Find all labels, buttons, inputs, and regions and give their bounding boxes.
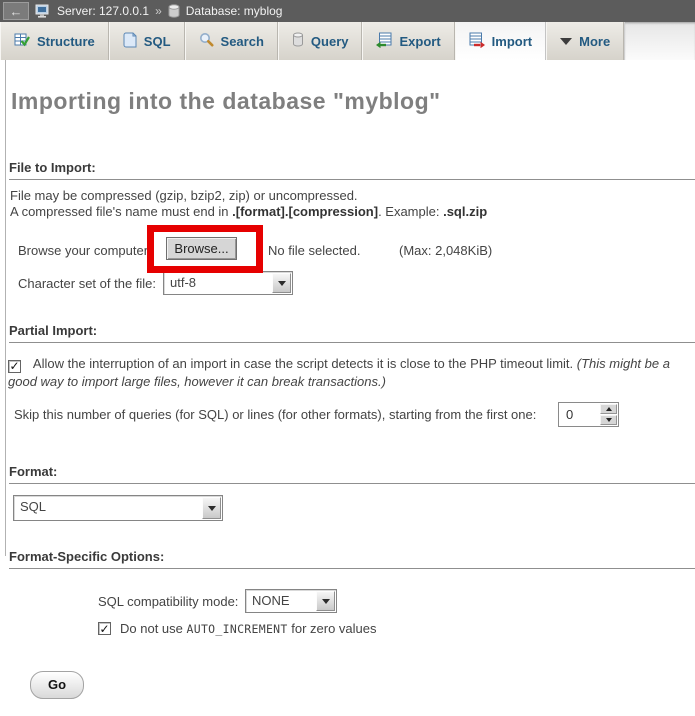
go-button[interactable]: Go	[30, 671, 84, 699]
spinner-up-button[interactable]	[600, 404, 617, 414]
skip-queries-input[interactable]: 0	[558, 402, 619, 427]
section-heading-format-specific: Format-Specific Options:	[9, 549, 695, 569]
sql-compatibility-value: NONE	[246, 590, 315, 612]
spinner-down-icon	[606, 418, 612, 422]
phpmyadmin-import-page: ← Server: 127.0.0.1 » Database: myblog	[0, 0, 695, 716]
tab-structure[interactable]: Structure	[0, 22, 109, 60]
browse-computer-label: Browse your computer:	[18, 243, 152, 258]
checkmark-icon: ✓	[9, 361, 19, 371]
browse-button[interactable]: Browse...	[166, 237, 237, 260]
auto-increment-checkbox[interactable]: ✓	[98, 622, 111, 635]
spinner-down-button[interactable]	[600, 415, 617, 425]
sql-page-icon	[123, 32, 137, 51]
tab-bar: Structure SQL Search	[0, 22, 695, 60]
dropdown-arrow-icon[interactable]	[316, 591, 335, 611]
charset-select[interactable]: utf-8	[163, 271, 293, 295]
charset-select-value: utf-8	[164, 272, 271, 294]
compression-note-line2: A compressed file's name must end in .[f…	[10, 204, 487, 220]
query-cylinder-icon	[292, 32, 304, 50]
page-title: Importing into the database "myblog"	[11, 88, 441, 115]
checkmark-icon: ✓	[99, 624, 109, 634]
skip-queries-row: Skip this number of queries (for SQL) or…	[14, 402, 536, 427]
tab-search[interactable]: Search	[185, 22, 278, 60]
back-arrow-icon: ←	[10, 4, 23, 19]
breadcrumb-bar: ← Server: 127.0.0.1 » Database: myblog	[0, 0, 695, 22]
tab-sql[interactable]: SQL	[109, 22, 185, 60]
tab-import-label: Import	[492, 34, 532, 49]
allow-interruption-checkbox[interactable]: ✓	[8, 360, 21, 373]
dropdown-arrow-icon[interactable]	[202, 497, 221, 519]
compression-note-line1: File may be compressed (gzip, bzip2, zip…	[10, 188, 487, 204]
tab-import[interactable]: Import	[455, 22, 546, 60]
sql-compatibility-label: SQL compatibility mode:	[98, 594, 238, 609]
export-table-icon	[376, 32, 392, 51]
section-heading-partial-import: Partial Import:	[9, 323, 695, 343]
section-heading-format: Format:	[9, 464, 695, 484]
tab-export[interactable]: Export	[362, 22, 454, 60]
tab-search-label: Search	[221, 34, 264, 49]
auto-increment-text: Do not use AUTO_INCREMENT for zero value…	[120, 621, 377, 636]
section-heading-file-to-import: File to Import:	[9, 160, 695, 180]
breadcrumb-separator: »	[155, 4, 162, 18]
tab-export-label: Export	[399, 34, 440, 49]
search-icon	[199, 32, 214, 50]
auto-increment-row: ✓ Do not use AUTO_INCREMENT for zero val…	[98, 621, 377, 636]
structure-table-icon	[14, 32, 30, 51]
breadcrumb-database-link[interactable]: Database: myblog	[186, 4, 283, 18]
breadcrumb-server-link[interactable]: Server: 127.0.0.1	[57, 4, 149, 18]
sql-compatibility-row: SQL compatibility mode:	[98, 589, 238, 613]
chevron-down-icon	[560, 38, 572, 45]
dropdown-arrow-icon[interactable]	[272, 273, 291, 293]
allow-interruption-text: Allow the interruption of an import in c…	[33, 356, 577, 371]
server-icon	[35, 4, 51, 18]
tab-query-label: Query	[311, 34, 349, 49]
max-size-text: (Max: 2,048KiB)	[399, 243, 492, 258]
skip-queries-value: 0	[559, 403, 599, 426]
database-icon	[168, 4, 180, 18]
skip-queries-label: Skip this number of queries (for SQL) or…	[14, 407, 536, 422]
tab-query[interactable]: Query	[278, 22, 363, 60]
content-left-border	[5, 60, 6, 556]
format-select-value: SQL	[14, 496, 201, 520]
format-select[interactable]: SQL	[13, 495, 223, 521]
tab-structure-label: Structure	[37, 34, 95, 49]
back-arrow-button[interactable]: ←	[3, 2, 29, 20]
no-file-selected-text: No file selected.	[268, 243, 361, 258]
spinner-up-icon	[606, 407, 612, 411]
allow-interruption-row: ✓ Allow the interruption of an import in…	[8, 355, 686, 390]
tab-more-label: More	[579, 34, 610, 49]
tab-sql-label: SQL	[144, 34, 171, 49]
tab-bar-filler	[624, 22, 695, 60]
charset-label: Character set of the file:	[18, 276, 156, 291]
main-content: Importing into the database "myblog" Fil…	[0, 60, 695, 716]
sql-compatibility-select[interactable]: NONE	[245, 589, 337, 613]
import-table-icon	[469, 32, 485, 51]
tab-more[interactable]: More	[546, 22, 624, 60]
compression-note: File may be compressed (gzip, bzip2, zip…	[10, 188, 487, 220]
